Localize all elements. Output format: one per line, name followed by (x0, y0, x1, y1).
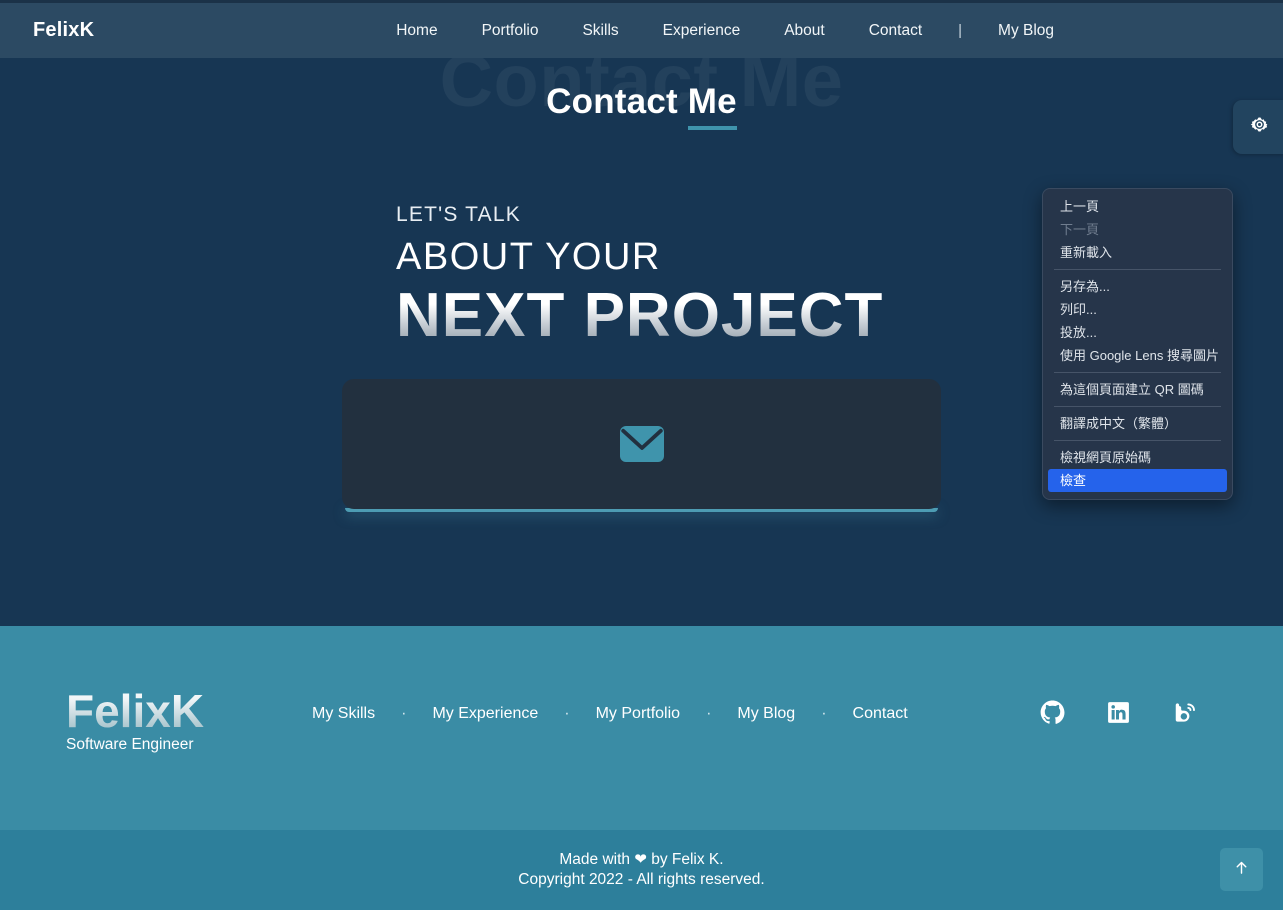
settings-panel-toggle[interactable] (1233, 100, 1283, 154)
site-header: FelixK Home Portfolio Skills Experience … (0, 3, 1283, 58)
made-with-suffix: by Felix K. (646, 851, 724, 868)
social-links (1040, 700, 1197, 730)
contact-card[interactable] (342, 379, 941, 509)
context-menu-item-view-source[interactable]: 檢視網頁原始碼 (1043, 446, 1232, 469)
page-title: Contact Me (0, 82, 1283, 130)
nav-item-contact[interactable]: Contact (847, 22, 944, 40)
nav-item-experience[interactable]: Experience (641, 22, 763, 40)
nav-item-portfolio[interactable]: Portfolio (460, 22, 561, 40)
context-menu-item-forward: 下一頁 (1060, 222, 1100, 237)
footer-link-my-skills[interactable]: My Skills (312, 705, 375, 723)
context-menu-item-cast[interactable]: 投放... (1043, 321, 1232, 344)
made-with-prefix: Made with (559, 851, 635, 868)
nav-divider: | (958, 22, 963, 39)
footer-dot: · (564, 705, 570, 722)
heart-icon: ❤ (634, 851, 647, 868)
context-menu-item-back[interactable]: 上一頁 (1043, 195, 1232, 218)
window-top-edge (0, 0, 1283, 3)
browser-context-menu[interactable]: 上一頁 下一頁 重新載入 另存為... 列印... 投放... 使用 Googl… (1042, 188, 1233, 500)
github-icon[interactable] (1040, 700, 1065, 730)
context-menu-separator (1054, 372, 1221, 373)
footer-dot: · (706, 705, 712, 722)
footer-dot: · (821, 705, 827, 722)
footer-logo[interactable]: FelixK (66, 684, 204, 738)
nav-item-about[interactable]: About (762, 22, 847, 40)
brand-logo[interactable]: FelixK (33, 19, 94, 42)
made-with-line: Made with ❤ by Felix K. (559, 850, 723, 870)
context-menu-item-print[interactable]: 列印... (1043, 298, 1232, 321)
context-menu-item-translate[interactable]: 翻譯成中文（繁體） (1043, 412, 1232, 435)
page-root: FelixK Home Portfolio Skills Experience … (0, 0, 1283, 910)
context-menu-item-save-as[interactable]: 另存為... (1043, 275, 1232, 298)
hero-eyebrow: LET'S TALK (396, 203, 521, 226)
nav-item-my-blog[interactable]: My Blog (976, 22, 1076, 40)
arrow-up-icon (1233, 859, 1250, 881)
footer-link-my-portfolio[interactable]: My Portfolio (596, 705, 680, 723)
context-menu-item-inspect[interactable]: 檢查 (1048, 469, 1227, 492)
copyright-bar: Made with ❤ by Felix K. Copyright 2022 -… (0, 830, 1283, 910)
footer-nav: My Skills · My Experience · My Portfolio… (312, 705, 908, 723)
hero-heading: NEXT PROJECT (396, 281, 884, 350)
nav-item-home[interactable]: Home (374, 22, 459, 40)
context-menu-separator (1054, 440, 1221, 441)
context-menu-separator (1054, 406, 1221, 407)
footer-dot: · (401, 705, 407, 722)
page-title-part1: Contact (546, 82, 688, 121)
main-nav: Home Portfolio Skills Experience About C… (374, 22, 1076, 40)
page-title-part2: Me (687, 82, 737, 130)
nav-item-skills[interactable]: Skills (560, 22, 640, 40)
footer-link-contact[interactable]: Contact (853, 705, 908, 723)
copyright-text: Copyright 2022 - All rights reserved. (518, 871, 765, 888)
blog-icon[interactable] (1172, 700, 1197, 730)
footer-link-my-blog[interactable]: My Blog (737, 705, 795, 723)
context-menu-item-create-qr-code[interactable]: 為這個頁面建立 QR 圖碼 (1043, 378, 1232, 401)
linkedin-icon[interactable] (1106, 700, 1131, 730)
footer-link-my-experience[interactable]: My Experience (432, 705, 538, 723)
context-menu-item-google-lens[interactable]: 使用 Google Lens 搜尋圖片 (1043, 344, 1232, 367)
context-menu-item-reload[interactable]: 重新載入 (1043, 241, 1232, 264)
hero-subheading: ABOUT YOUR (396, 236, 661, 278)
gear-icon (1249, 114, 1270, 140)
context-menu-separator (1054, 269, 1221, 270)
envelope-icon (617, 424, 667, 464)
scroll-to-top-button[interactable] (1220, 848, 1263, 891)
page-title-block: Contact Me Contact Me (0, 39, 1283, 144)
footer-subtitle: Software Engineer (66, 736, 194, 753)
